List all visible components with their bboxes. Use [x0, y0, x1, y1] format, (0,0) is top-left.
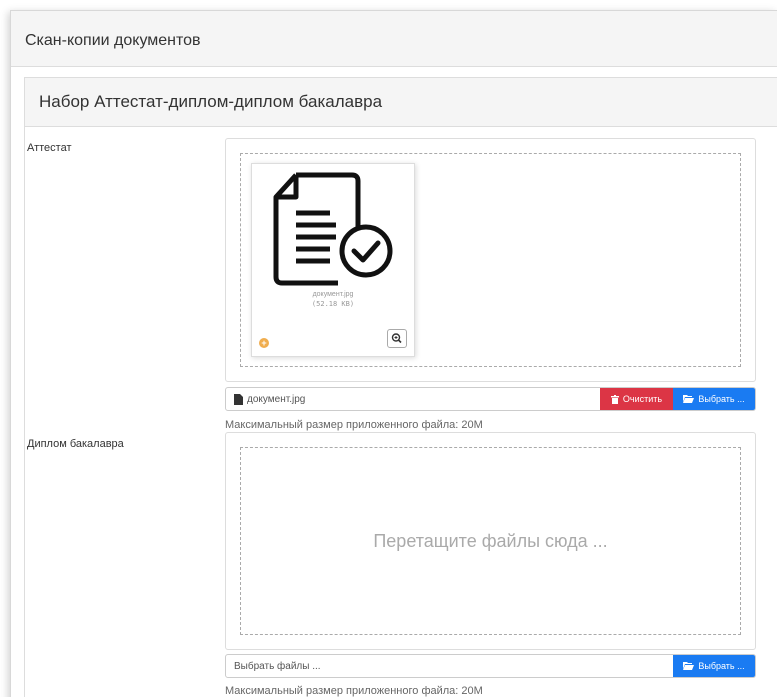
- thumbnail-file-size: (52.18 KB): [311, 300, 355, 308]
- browse-button-label: Выбрать ...: [698, 394, 745, 404]
- diploma-drop-box: Перетащите файлы сюда ...: [225, 432, 756, 650]
- clear-button[interactable]: Очистить: [600, 388, 673, 410]
- file-thumbnail: документ.jpg (52.18 KB) +: [251, 163, 415, 357]
- attestat-drop-zone[interactable]: документ.jpg (52.18 KB) +: [240, 153, 741, 367]
- file-icon: [234, 393, 243, 405]
- attestat-file-input: документ.jpg Очистить Выбрать ...: [225, 387, 756, 411]
- attestat-file-caption[interactable]: документ.jpg: [226, 388, 600, 410]
- document-set-title: Набор Аттестат-диплом-диплом бакалавра: [25, 78, 777, 127]
- diploma-drop-zone[interactable]: Перетащите файлы сюда ...: [240, 447, 741, 635]
- attestat-label: Аттестат: [27, 142, 72, 154]
- attestat-size-hint: Максимальный размер приложенного файла: …: [225, 419, 483, 431]
- zoom-button[interactable]: [387, 329, 407, 348]
- attestat-caption-text: документ.jpg: [247, 393, 306, 405]
- diploma-file-input: Выбрать файлы ... Выбрать ...: [225, 654, 756, 678]
- browse-button[interactable]: Выбрать ...: [673, 388, 755, 410]
- folder-open-icon: [683, 662, 695, 670]
- diploma-caption-text: Выбрать файлы ...: [234, 660, 321, 672]
- panel-title: Скан-копии документов: [11, 11, 777, 67]
- diploma-file-caption[interactable]: Выбрать файлы ...: [226, 655, 673, 677]
- diploma-label: Диплом бакалавра: [27, 438, 124, 450]
- zoom-in-icon: [391, 333, 402, 344]
- diploma-browse-label: Выбрать ...: [698, 661, 745, 671]
- thumbnail-file-name: документ.jpg: [312, 291, 354, 298]
- attestat-drop-box: документ.jpg (52.18 KB) +: [225, 138, 756, 382]
- trash-icon: [610, 394, 619, 404]
- diploma-browse-button[interactable]: Выбрать ...: [673, 655, 755, 677]
- diploma-size-hint: Максимальный размер приложенного файла: …: [225, 685, 483, 697]
- plus-circle-icon: +: [259, 338, 269, 348]
- drop-placeholder: Перетащите файлы сюда ...: [373, 531, 608, 551]
- document-check-icon: [273, 172, 393, 286]
- clear-button-label: Очистить: [622, 394, 663, 404]
- folder-open-icon: [683, 395, 695, 403]
